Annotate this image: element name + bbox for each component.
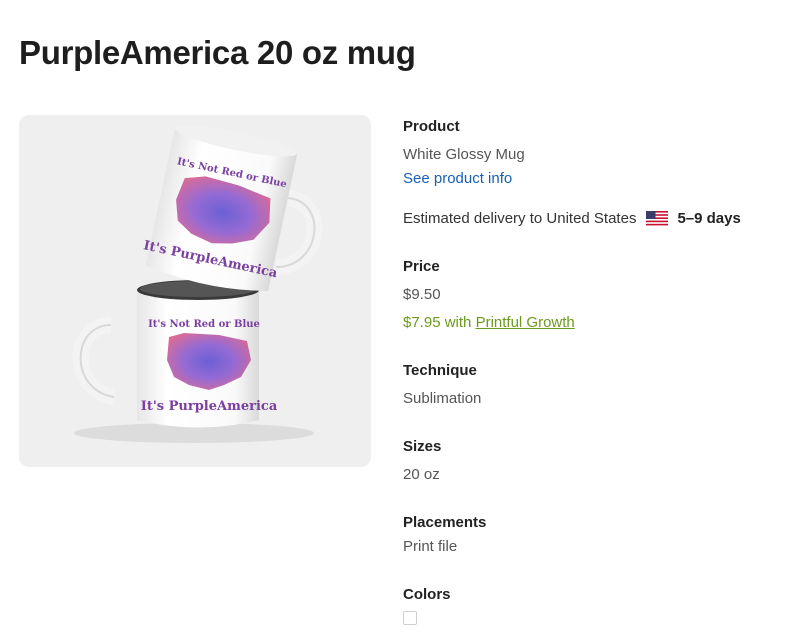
colors-label: Colors — [403, 586, 451, 603]
technique-label: Technique — [403, 362, 477, 379]
mug-illustration: It's Not Red or Blue It's PurpleAmerica … — [72, 125, 323, 443]
see-product-info-link[interactable]: See product info — [403, 170, 512, 187]
color-swatch-white[interactable] — [403, 611, 417, 625]
sizes-label: Sizes — [403, 438, 442, 455]
product-label: Product — [403, 118, 460, 135]
mug-bottom-line2: It's PurpleAmerica — [141, 399, 278, 414]
page-title: PurpleAmerica 20 oz mug — [19, 34, 416, 71]
top-mug: It's Not Red or Blue It's PurpleAmerica — [142, 125, 323, 291]
technique-value: Sublimation — [403, 390, 482, 407]
price-value: $9.50 — [403, 286, 441, 303]
growth-price-text: $7.95 with — [403, 314, 472, 331]
printful-growth-link[interactable]: Printful Growth — [476, 314, 575, 331]
placements-value: Print file — [403, 538, 458, 555]
us-flag-icon — [646, 211, 669, 226]
product-value: White Glossy Mug — [403, 146, 525, 163]
bottom-mug: It's Not Red or Blue It's PurpleAmerica — [72, 280, 278, 428]
price-label: Price — [403, 258, 440, 275]
product-image[interactable]: It's Not Red or Blue It's PurpleAmerica … — [19, 115, 371, 467]
delivery-estimate: Estimated delivery to United States 5–9 … — [403, 210, 741, 227]
mug-bottom-line1: It's Not Red or Blue — [148, 319, 260, 330]
growth-price: $7.95 with Printful Growth — [403, 314, 575, 331]
delivery-text: Estimated delivery to United States — [403, 210, 637, 227]
placements-label: Placements — [403, 514, 487, 531]
delivery-days: 5–9 days — [677, 210, 741, 227]
sizes-value: 20 oz — [403, 466, 440, 483]
